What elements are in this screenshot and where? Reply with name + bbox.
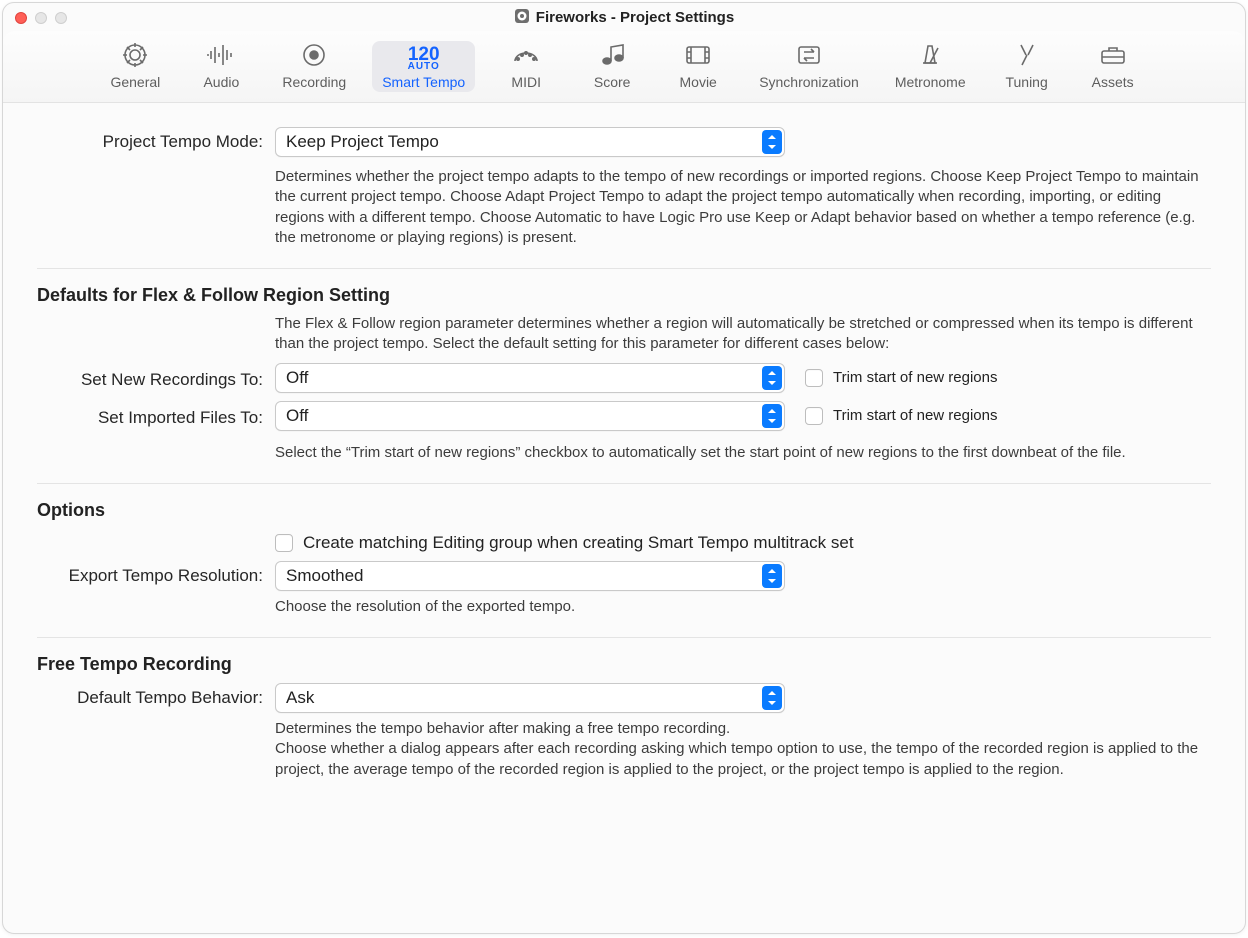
select-value: Ask xyxy=(286,688,314,708)
score-icon xyxy=(595,41,629,72)
stepper-icon xyxy=(762,404,782,428)
select-imported-files[interactable]: Off xyxy=(275,401,785,431)
checkbox-trim-imported[interactable] xyxy=(805,407,823,425)
tab-label: Recording xyxy=(282,74,346,90)
waveform-icon xyxy=(204,41,238,72)
tab-recording[interactable]: Recording xyxy=(272,37,356,92)
separator xyxy=(37,637,1211,638)
tab-label: Score xyxy=(594,74,631,90)
sync-icon xyxy=(792,41,826,72)
label-new-recordings: Set New Recordings To: xyxy=(37,365,275,390)
row-export-tempo-resolution: Export Tempo Resolution: Smoothed Choose… xyxy=(37,561,1211,617)
tab-label: Audio xyxy=(203,74,239,90)
heading-options: Options xyxy=(37,500,1211,521)
tempo-auto: AUTO xyxy=(408,62,440,72)
tab-label: MIDI xyxy=(511,74,541,90)
desc-flex-follow-intro: The Flex & Follow region parameter deter… xyxy=(275,314,1211,355)
tab-label: Tuning xyxy=(1005,74,1047,90)
stepper-icon xyxy=(762,366,782,390)
tab-score[interactable]: Score xyxy=(577,37,647,92)
select-value: Off xyxy=(286,368,308,388)
row-default-tempo-behavior: Default Tempo Behavior: Ask Determines t… xyxy=(37,683,1211,780)
label-trim-new: Trim start of new regions xyxy=(833,369,998,386)
film-icon xyxy=(681,41,715,72)
row-set-new-recordings: Set New Recordings To: Off Trim start of… xyxy=(37,363,1211,393)
desc-trim: Select the “Trim start of new regions” c… xyxy=(275,443,1211,463)
select-value: Off xyxy=(286,406,308,426)
label-trim-imported: Trim start of new regions xyxy=(833,407,998,424)
toolbar: General Audio Recording 120 AUTO Smart T… xyxy=(3,31,1245,103)
label-project-tempo-mode: Project Tempo Mode: xyxy=(37,127,275,152)
app-icon xyxy=(514,8,530,24)
briefcase-icon xyxy=(1096,41,1130,72)
heading-flex-follow: Defaults for Flex & Follow Region Settin… xyxy=(37,285,1211,306)
select-export-tempo-resolution[interactable]: Smoothed xyxy=(275,561,785,591)
tab-synchronization[interactable]: Synchronization xyxy=(749,37,869,92)
heading-free-tempo: Free Tempo Recording xyxy=(37,654,1211,675)
tab-label: Movie xyxy=(680,74,717,90)
tab-tuning[interactable]: Tuning xyxy=(992,37,1062,92)
tab-midi[interactable]: MIDI xyxy=(491,37,561,92)
midi-icon xyxy=(509,41,543,72)
tab-smart-tempo[interactable]: 120 AUTO Smart Tempo xyxy=(372,41,475,92)
desc-free-tempo-2: Choose whether a dialog appears after ea… xyxy=(275,739,1211,780)
stepper-icon xyxy=(762,686,782,710)
tab-label: Assets xyxy=(1092,74,1134,90)
metronome-icon xyxy=(913,41,947,72)
select-value: Keep Project Tempo xyxy=(286,132,439,152)
select-default-tempo-behavior[interactable]: Ask xyxy=(275,683,785,713)
titlebar: Fireworks - Project Settings xyxy=(3,3,1245,31)
select-project-tempo-mode[interactable]: Keep Project Tempo xyxy=(275,127,785,157)
close-window-button[interactable] xyxy=(15,12,27,24)
minimize-window-button[interactable] xyxy=(35,12,47,24)
desc-project-tempo-mode: Determines whether the project tempo ada… xyxy=(275,167,1211,248)
tab-label: Synchronization xyxy=(759,74,859,90)
record-icon xyxy=(297,41,331,72)
label-create-editing-group: Create matching Editing group when creat… xyxy=(303,533,854,553)
zoom-window-button[interactable] xyxy=(55,12,67,24)
gear-icon xyxy=(118,41,152,72)
settings-content: Project Tempo Mode: Keep Project Tempo D… xyxy=(3,103,1245,933)
tab-label: General xyxy=(110,74,160,90)
tab-metronome[interactable]: Metronome xyxy=(885,37,976,92)
smart-tempo-icon: 120 AUTO xyxy=(408,45,440,72)
project-settings-window: Fireworks - Project Settings General Aud… xyxy=(2,2,1246,934)
row-set-imported-files: Set Imported Files To: Off Trim start of… xyxy=(37,401,1211,431)
row-project-tempo-mode: Project Tempo Mode: Keep Project Tempo D… xyxy=(37,127,1211,248)
select-value: Smoothed xyxy=(286,566,364,586)
checkbox-trim-new[interactable] xyxy=(805,369,823,387)
separator xyxy=(37,268,1211,269)
desc-export-tempo: Choose the resolution of the exported te… xyxy=(275,597,1211,617)
label-imported: Set Imported Files To: xyxy=(37,403,275,428)
window-controls xyxy=(15,10,67,24)
select-new-recordings[interactable]: Off xyxy=(275,363,785,393)
window-title-text: Fireworks - Project Settings xyxy=(536,9,734,26)
checkbox-create-editing-group[interactable] xyxy=(275,534,293,552)
tab-label: Metronome xyxy=(895,74,966,90)
tab-label: Smart Tempo xyxy=(382,74,465,90)
desc-free-tempo-1: Determines the tempo behavior after maki… xyxy=(275,719,1211,739)
tab-movie[interactable]: Movie xyxy=(663,37,733,92)
tab-general[interactable]: General xyxy=(100,37,170,92)
label-default-tempo-behavior: Default Tempo Behavior: xyxy=(37,683,275,708)
stepper-icon xyxy=(762,564,782,588)
window-title: Fireworks - Project Settings xyxy=(3,8,1245,26)
separator xyxy=(37,483,1211,484)
stepper-icon xyxy=(762,130,782,154)
tuning-fork-icon xyxy=(1010,41,1044,72)
label-export-tempo: Export Tempo Resolution: xyxy=(37,561,275,586)
tab-assets[interactable]: Assets xyxy=(1078,37,1148,92)
tab-audio[interactable]: Audio xyxy=(186,37,256,92)
